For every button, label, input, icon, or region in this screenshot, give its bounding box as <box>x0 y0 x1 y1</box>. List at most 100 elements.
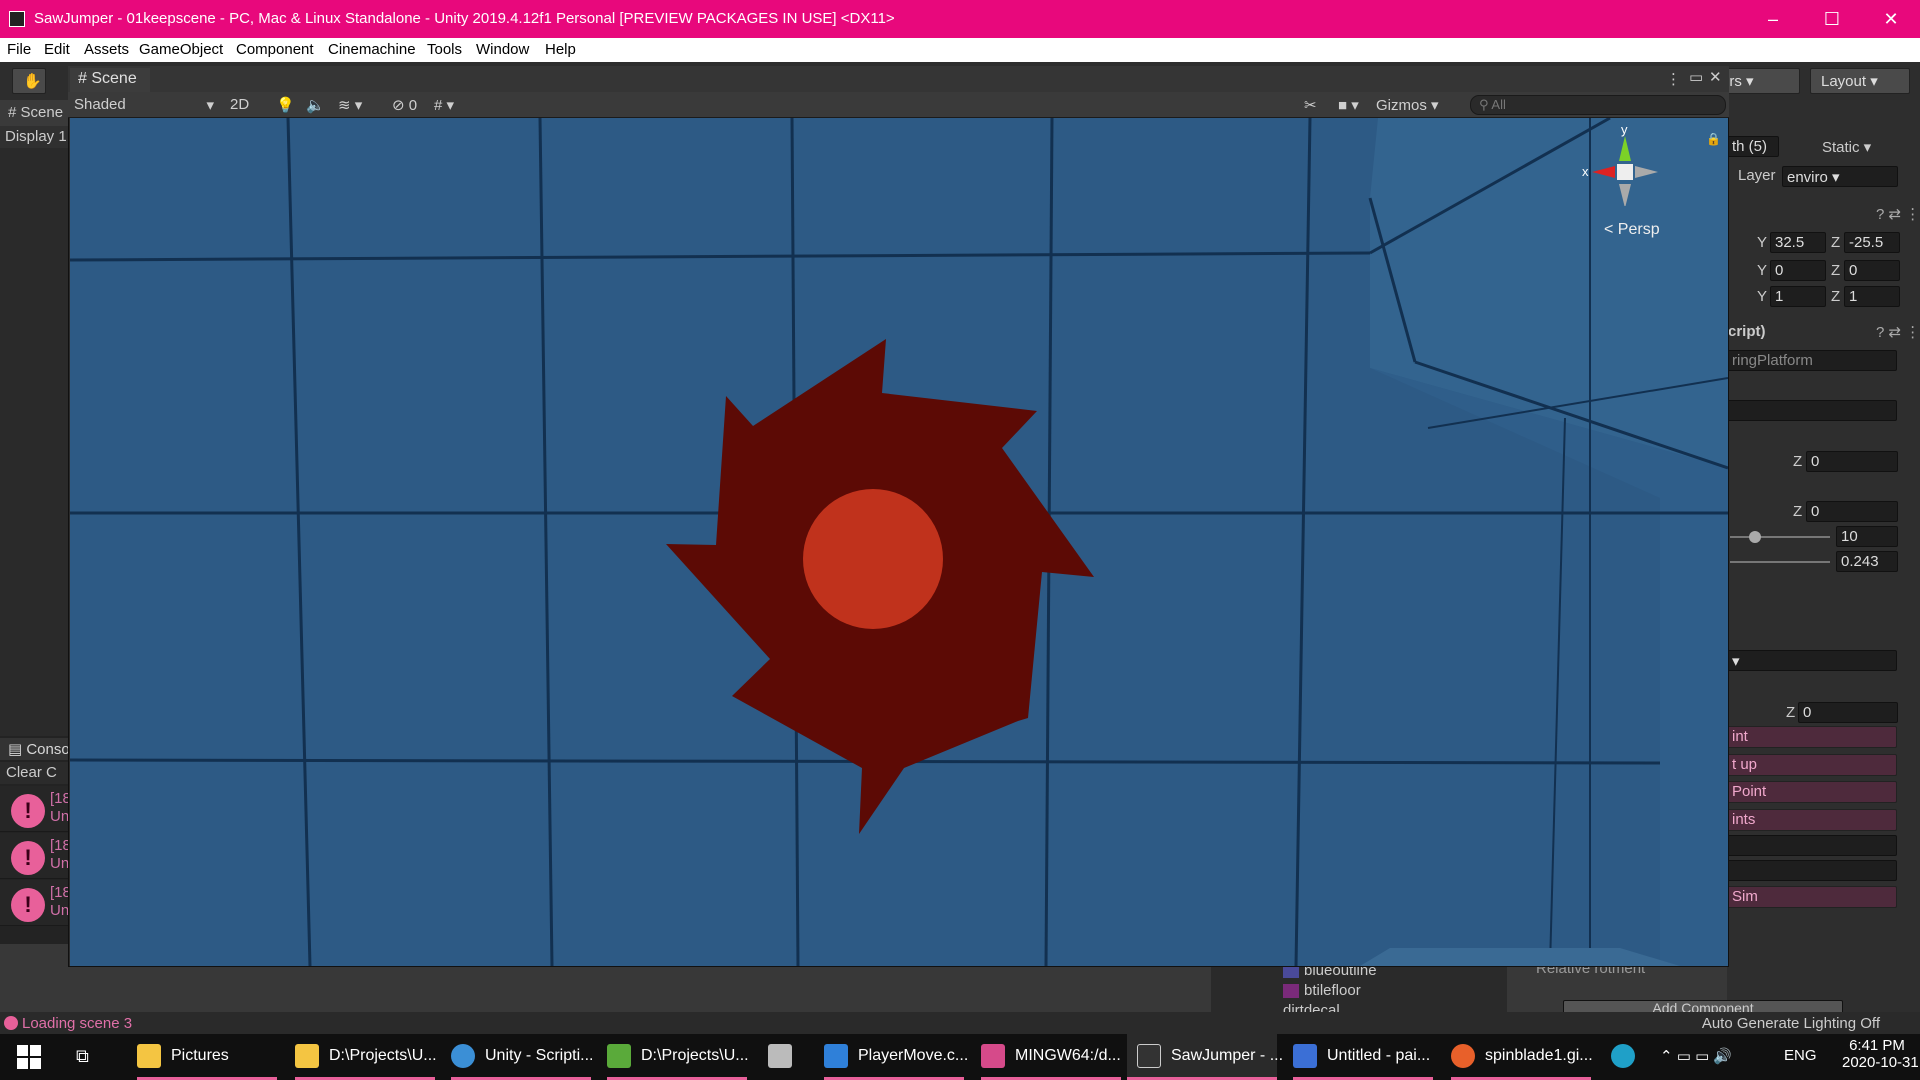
menu-edit[interactable]: Edit <box>44 41 70 58</box>
audio-toggle-icon[interactable]: 🔈 <box>302 93 329 117</box>
asset-item[interactable]: dirtdecal <box>1283 1002 1340 1012</box>
scene-viewport[interactable]: y x < Persp 🔒 <box>70 118 1728 966</box>
help-icon[interactable]: ? ⇄ ⋮ <box>1876 205 1920 223</box>
console-clear-button[interactable]: Clear C <box>0 762 70 784</box>
component-menu-icon[interactable]: ? ⇄ ⋮ <box>1876 323 1920 341</box>
unity-icon <box>1137 1044 1161 1068</box>
tools-icon[interactable]: ✂ <box>1300 93 1321 117</box>
lock-icon[interactable]: 🔒 <box>1706 132 1721 146</box>
status-message: Loading scene 3 <box>22 1015 133 1032</box>
minimize-button[interactable]: – <box>1744 0 1802 38</box>
taskbar-item[interactable]: spinblade1.gi... <box>1451 1034 1593 1080</box>
camera-settings-icon[interactable]: ■ ▾ <box>1334 93 1363 117</box>
clock[interactable]: 6:41 PM 2020-10-31 <box>1842 1037 1919 1071</box>
inspector-field-blank[interactable] <box>1727 400 1897 421</box>
menu-tools[interactable]: Tools <box>427 41 462 58</box>
taskbar-item[interactable]: D:\Projects\U... <box>607 1034 749 1080</box>
layer-dropdown[interactable]: enviro ▾ <box>1782 166 1898 187</box>
field-z3[interactable]: 0 <box>1798 702 1898 723</box>
taskbar-item[interactable]: PlayerMove.c... <box>824 1034 968 1080</box>
console-row[interactable]: ! [18 Un <box>0 786 70 832</box>
window-menu-icon[interactable]: ⋮ <box>1666 70 1681 88</box>
lighting-toggle-icon[interactable]: 💡 <box>272 93 299 117</box>
game-panel <box>0 100 70 740</box>
maximize-pane-icon[interactable]: ▭ <box>1689 68 1703 86</box>
gizmos-dropdown[interactable]: Gizmos ▾ <box>1372 93 1458 117</box>
close-pane-icon[interactable]: ✕ <box>1709 68 1722 86</box>
speed-field[interactable]: 10 <box>1836 526 1898 547</box>
taskbar-item[interactable]: Unity - Scripti... <box>451 1034 593 1080</box>
console-row-text: [18 Un <box>50 837 70 872</box>
orientation-gizmo[interactable]: y x < Persp <box>1580 122 1670 239</box>
error-icon: ! <box>11 888 45 922</box>
menu-cinemachine[interactable]: Cinemachine <box>328 41 416 58</box>
rotation-y-label: Y <box>1757 262 1768 279</box>
points-button[interactable]: ints <box>1727 809 1897 831</box>
console-row[interactable]: ! [18 Un <box>0 833 70 879</box>
add-point-button[interactable]: Point <box>1727 781 1897 803</box>
gameobject-name-field[interactable]: th (5) <box>1727 136 1779 157</box>
tray-icons[interactable]: ⌃ ▭ ▭ 🔊 <box>1660 1047 1732 1065</box>
taskbar-item[interactable]: MINGW64:/d... <box>981 1034 1121 1080</box>
inspector-field[interactable] <box>1727 835 1897 856</box>
inspector-field[interactable] <box>1727 860 1897 881</box>
asset-item[interactable]: btilefloor <box>1283 982 1361 999</box>
console-row[interactable]: ! [18 Un <box>0 880 70 926</box>
position-z-field[interactable]: -25.5 <box>1844 232 1900 253</box>
ratio-slider-track[interactable] <box>1730 561 1830 563</box>
rotation-z-field[interactable]: 0 <box>1844 260 1900 281</box>
menu-component[interactable]: Component <box>236 41 314 58</box>
wall-side <box>1370 368 1728 966</box>
field-z1[interactable]: 0 <box>1806 451 1898 472</box>
scene-search-input[interactable]: ⚲ All <box>1470 95 1726 115</box>
taskbar-item[interactable]: Untitled - pai... <box>1293 1034 1433 1080</box>
script-reference-field[interactable]: ringPlatform <box>1727 350 1897 371</box>
hand-tool-icon[interactable]: ✋ <box>12 68 46 94</box>
shading-mode-dropdown[interactable]: Shaded ▾ <box>70 93 218 117</box>
game-tab[interactable]: # Scene <box>0 100 70 126</box>
layout-dropdown[interactable]: Layout ▾ <box>1810 68 1910 94</box>
console-tab[interactable]: ▤ Console <box>0 738 70 760</box>
field-z2[interactable]: 0 <box>1806 501 1898 522</box>
taskbar-item[interactable]: Pictures <box>137 1034 277 1080</box>
scene-tab[interactable]: # Scene <box>70 68 150 92</box>
grid-toggle-icon[interactable]: # ▾ <box>430 93 458 117</box>
gizmo-x-label: x <box>1582 164 1589 179</box>
menu-window[interactable]: Window <box>476 41 529 58</box>
ratio-field[interactable]: 0.243 <box>1836 551 1898 572</box>
taskbar-item-active[interactable]: SawJumper - ... <box>1127 1034 1283 1080</box>
position-y-field[interactable]: 32.5 <box>1770 232 1826 253</box>
taskbar-item[interactable]: D:\Projects\U... <box>295 1034 437 1080</box>
edge-icon[interactable] <box>1611 1034 1641 1080</box>
language-indicator[interactable]: ENG <box>1784 1047 1817 1064</box>
scale-z-field[interactable]: 1 <box>1844 286 1900 307</box>
2d-toggle[interactable]: 2D <box>226 93 253 117</box>
rotation-y-field[interactable]: 0 <box>1770 260 1826 281</box>
folder-icon <box>137 1044 161 1068</box>
close-button[interactable]: ✕ <box>1862 0 1920 38</box>
menu-help[interactable]: Help <box>545 41 576 58</box>
effects-toggle-icon[interactable]: ≋ ▾ <box>334 93 366 117</box>
speed-slider-track[interactable] <box>1730 536 1830 538</box>
menu-assets[interactable]: Assets <box>84 41 129 58</box>
taskbar-item[interactable] <box>768 1034 798 1080</box>
maximize-button[interactable]: ☐ <box>1803 0 1861 38</box>
projection-toggle[interactable]: < Persp <box>1604 221 1660 239</box>
setup-button[interactable]: t up <box>1727 754 1897 776</box>
error-icon: ! <box>11 841 45 875</box>
start-button[interactable] <box>17 1034 47 1080</box>
menu-file[interactable]: File <box>7 41 31 58</box>
static-dropdown[interactable]: Static ▾ <box>1822 138 1871 156</box>
inspector-dropdown[interactable]: ▾ <box>1727 650 1897 671</box>
error-icon <box>4 1016 18 1030</box>
display-dropdown[interactable]: Display 1 <box>0 126 70 148</box>
menu-gameobject[interactable]: GameObject <box>139 41 223 58</box>
point-button[interactable]: int <box>1727 726 1897 748</box>
hidden-objects-icon[interactable]: ⊘ 0 <box>388 93 421 117</box>
speed-slider-handle[interactable] <box>1749 531 1761 543</box>
script-component-header[interactable]: cript) <box>1728 323 1766 340</box>
sim-button[interactable]: Sim <box>1727 886 1897 908</box>
task-view-icon[interactable]: ⧉ <box>76 1034 106 1080</box>
scale-y-field[interactable]: 1 <box>1770 286 1826 307</box>
unity-logo-icon <box>9 11 25 27</box>
